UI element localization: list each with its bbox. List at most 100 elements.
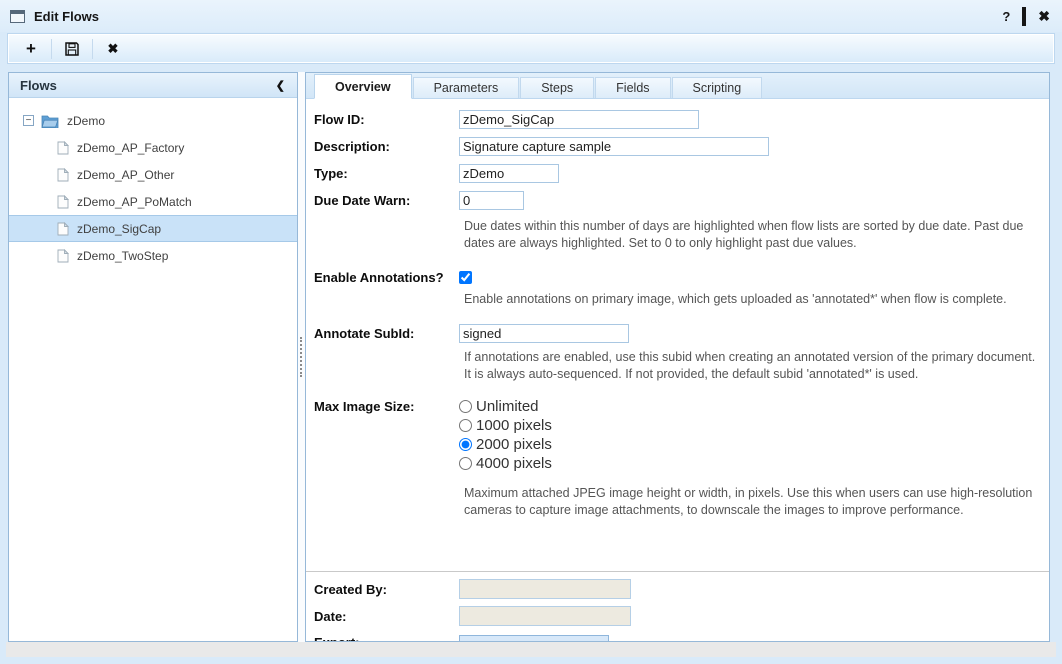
radio-option-label: 4000 pixels xyxy=(476,455,552,472)
max-size-radio-1000[interactable] xyxy=(459,419,472,432)
document-icon xyxy=(57,141,69,155)
annotate-subid-input[interactable] xyxy=(459,324,629,343)
description-input[interactable] xyxy=(459,137,769,156)
created-by-input xyxy=(459,579,631,599)
tree-leaf-label: zDemo_AP_Factory xyxy=(77,141,184,155)
folder-open-icon xyxy=(41,114,59,128)
export-definition-button[interactable]: Export This Definition xyxy=(459,635,609,641)
enable-annotations-checkbox[interactable] xyxy=(459,271,472,284)
description-label: Description: xyxy=(314,139,459,154)
due-date-warn-label: Due Date Warn: xyxy=(314,193,459,208)
enable-annotations-help: Enable annotations on primary image, whi… xyxy=(464,291,1041,308)
plus-icon: + xyxy=(26,39,36,59)
window-controls: ? ✖ xyxy=(1002,9,1050,23)
max-image-size-options: Unlimited 1000 pixels 2000 pixels 4000 p… xyxy=(459,397,552,473)
maximize-button[interactable] xyxy=(1022,10,1026,23)
flows-tree: − zDemo zDemo_AP_Factory zD xyxy=(9,98,297,269)
tree-leaf-flow[interactable]: zDemo_AP_PoMatch xyxy=(9,188,297,215)
flows-panel: Flows ❮ − zDemo zDemo_AP_Factory xyxy=(8,72,298,642)
tab-parameters[interactable]: Parameters xyxy=(413,77,520,98)
status-strip xyxy=(6,642,1056,657)
toolbar-separator xyxy=(51,39,52,59)
date-input xyxy=(459,606,631,626)
max-size-radio-4000[interactable] xyxy=(459,457,472,470)
radio-option-4000[interactable]: 4000 pixels xyxy=(459,454,552,473)
max-image-size-row: Max Image Size: Unlimited 1000 pixels 20… xyxy=(314,397,1041,479)
tree-leaf-flow-selected[interactable]: zDemo_SigCap xyxy=(9,215,297,242)
type-input[interactable] xyxy=(459,164,559,183)
splitter-grip-icon xyxy=(300,337,302,377)
radio-option-label: Unlimited xyxy=(476,398,539,415)
main-area: Flows ❮ − zDemo zDemo_AP_Factory xyxy=(8,72,1050,642)
panel-splitter[interactable] xyxy=(298,72,305,642)
title-bar: Edit Flows ? ✖ xyxy=(0,0,1062,32)
export-row: Export: Export This Definition xyxy=(314,635,1041,641)
delete-flow-button[interactable]: ✖ xyxy=(97,37,129,61)
close-button[interactable]: ✖ xyxy=(1038,9,1050,23)
window-title: Edit Flows xyxy=(34,9,99,24)
radio-option-1000[interactable]: 1000 pixels xyxy=(459,416,552,435)
delete-icon: ✖ xyxy=(108,41,119,57)
max-image-size-label: Max Image Size: xyxy=(314,397,459,414)
tree-leaf-label: zDemo_AP_PoMatch xyxy=(77,195,192,209)
document-icon xyxy=(57,222,69,236)
collapse-toggle-icon[interactable]: − xyxy=(23,115,34,126)
created-by-label: Created By: xyxy=(314,582,459,597)
tab-scripting[interactable]: Scripting xyxy=(672,77,763,98)
maximize-icon xyxy=(1022,7,1026,26)
created-by-row: Created By: xyxy=(314,579,1041,599)
tab-overview[interactable]: Overview xyxy=(314,74,412,99)
max-size-radio-unlimited[interactable] xyxy=(459,400,472,413)
date-row: Date: xyxy=(314,606,1041,626)
tree-node-zdemo[interactable]: − zDemo xyxy=(9,107,297,134)
tree-node-label: zDemo xyxy=(67,114,105,128)
tab-bar: Overview Parameters Steps Fields Scripti… xyxy=(306,73,1049,99)
annotate-subid-help: If annotations are enabled, use this sub… xyxy=(464,349,1041,383)
help-button[interactable]: ? xyxy=(1002,10,1010,23)
tab-steps[interactable]: Steps xyxy=(520,77,594,98)
radio-option-label: 1000 pixels xyxy=(476,417,552,434)
max-image-size-help: Maximum attached JPEG image height or wi… xyxy=(464,485,1041,519)
type-row: Type: xyxy=(314,164,1041,183)
save-button[interactable] xyxy=(56,37,88,61)
overview-form: Flow ID: Description: Type: Due Date War… xyxy=(306,99,1049,641)
flow-id-row: Flow ID: xyxy=(314,110,1041,129)
tree-leaf-flow[interactable]: zDemo_TwoStep xyxy=(9,242,297,269)
tree-leaf-label: zDemo_TwoStep xyxy=(77,249,168,263)
max-size-radio-2000[interactable] xyxy=(459,438,472,451)
collapse-panel-button[interactable]: ❮ xyxy=(276,79,285,92)
enable-annotations-label: Enable Annotations? xyxy=(314,270,459,285)
toolbar-separator xyxy=(92,39,93,59)
save-icon xyxy=(64,41,80,57)
toolbar: + ✖ xyxy=(8,34,1054,63)
radio-option-label: 2000 pixels xyxy=(476,436,552,453)
section-divider xyxy=(306,571,1049,572)
flows-panel-title: Flows xyxy=(20,78,57,93)
document-icon xyxy=(57,168,69,182)
flow-id-input[interactable] xyxy=(459,110,699,129)
tab-fields[interactable]: Fields xyxy=(595,77,670,98)
enable-annotations-row: Enable Annotations? xyxy=(314,270,1041,285)
date-label: Date: xyxy=(314,609,459,624)
add-flow-button[interactable]: + xyxy=(15,37,47,61)
detail-panel: Overview Parameters Steps Fields Scripti… xyxy=(305,72,1050,642)
tree-leaf-flow[interactable]: zDemo_AP_Other xyxy=(9,161,297,188)
annotate-subid-label: Annotate SubId: xyxy=(314,326,459,341)
radio-option-unlimited[interactable]: Unlimited xyxy=(459,397,552,416)
annotate-subid-row: Annotate SubId: xyxy=(314,324,1041,343)
document-icon xyxy=(57,249,69,263)
tree-leaf-label: zDemo_SigCap xyxy=(77,222,161,236)
export-label: Export: xyxy=(314,635,459,641)
document-icon xyxy=(57,195,69,209)
due-date-warn-row: Due Date Warn: xyxy=(314,191,1041,210)
due-date-warn-help: Due dates within this number of days are… xyxy=(464,218,1041,252)
type-label: Type: xyxy=(314,166,459,181)
flows-panel-header: Flows ❮ xyxy=(9,73,297,98)
description-row: Description: xyxy=(314,137,1041,156)
radio-option-2000[interactable]: 2000 pixels xyxy=(459,435,552,454)
tree-leaf-flow[interactable]: zDemo_AP_Factory xyxy=(9,134,297,161)
due-date-warn-input[interactable] xyxy=(459,191,524,210)
window-icon xyxy=(10,10,25,23)
flow-id-label: Flow ID: xyxy=(314,112,459,127)
tree-leaf-label: zDemo_AP_Other xyxy=(77,168,174,182)
